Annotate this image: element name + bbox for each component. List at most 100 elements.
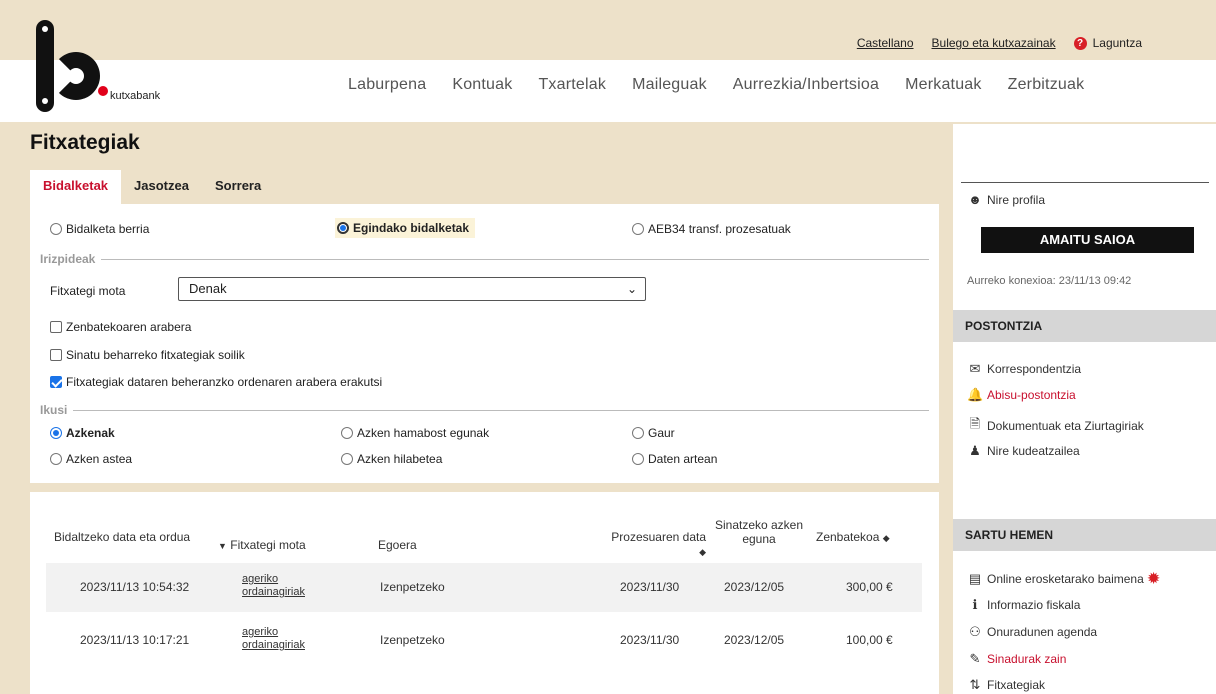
view-option-week[interactable]: Azken astea (50, 452, 132, 466)
view-option-today[interactable]: Gaur (632, 426, 675, 440)
view-option-15days[interactable]: Azken hamabost egunak (341, 426, 489, 440)
radio-selected-icon[interactable] (50, 427, 62, 439)
bell-icon: 🔔 (967, 387, 984, 402)
checkbox-amount[interactable]: Zenbatekoaren arabera (50, 320, 191, 334)
file-type-select[interactable]: Denak ⌄ (178, 277, 646, 301)
send-option-done[interactable]: Egindako bidalketak (335, 218, 476, 238)
enter-item-files[interactable]: ⇅ Fitxategiak (967, 677, 1045, 693)
table-row[interactable]: 2023/11/13 10:17:21 ageriko ordainagiriak… (46, 616, 922, 665)
enter-item-tax-info[interactable]: ℹ Informazio fiskala (967, 597, 1081, 613)
logo-dot (42, 26, 48, 32)
language-link[interactable]: Castellano (857, 36, 914, 50)
mailbox-item-label: Abisu-postontzia (987, 388, 1076, 402)
contacts-icon: ⚇ (969, 624, 981, 639)
mailbox-item-alerts[interactable]: 🔔 Abisu-postontzia (967, 387, 1076, 403)
view-option-label: Gaur (648, 426, 675, 440)
checkbox-label: Sinatu beharreko fitxategiak soilik (66, 348, 245, 362)
tab-jasotzea[interactable]: Jasotzea (121, 170, 202, 204)
divider (101, 258, 929, 260)
nav-item-txartelak[interactable]: Txartelak (538, 76, 606, 94)
last-connection: Aurreko konexioa: 23/11/13 09:42 (967, 275, 1132, 287)
profile-label: Nire profila (987, 192, 1046, 207)
radio-selected-icon[interactable] (337, 222, 349, 234)
radio-icon[interactable] (632, 427, 644, 439)
nav-item-aurrezkia[interactable]: Aurrezkia/Inbertsioa (733, 76, 879, 94)
kutxabank-logo[interactable]: kutxabank (30, 14, 170, 112)
send-option-label: Egindako bidalketak (353, 221, 470, 235)
table-row[interactable]: 2023/11/13 10:54:32 ageriko ordainagiriak… (46, 563, 922, 612)
logo-red-dot (98, 86, 108, 96)
nav-item-zerbitzuak[interactable]: Zerbitzuak (1008, 76, 1085, 94)
radio-icon[interactable] (50, 223, 62, 235)
nav-item-kontuak[interactable]: Kontuak (452, 76, 512, 94)
mailbox-item-documents[interactable]: 🗎 Dokumentuak eta Ziurtagiriak (967, 415, 1144, 437)
radio-icon[interactable] (632, 453, 644, 465)
view-option-month[interactable]: Azken hilabetea (341, 452, 442, 466)
divider (961, 182, 1209, 183)
offices-link[interactable]: Bulego eta kutxazainak (932, 36, 1056, 50)
mailbox-item-manager[interactable]: ♟ Nire kudeatzailea (967, 443, 1080, 459)
col-header-process-date-label: Prozesuaren data (611, 530, 706, 544)
document-icon: 🗎 (969, 416, 981, 431)
tab-bidalketak[interactable]: Bidalketak (30, 170, 122, 204)
enter-item-online-purchases[interactable]: ▤ Online erosketarako baimena ✹ (967, 570, 1160, 587)
col-header-sign-deadline[interactable]: Sinatzeko azken eguna (713, 518, 805, 546)
file-type-line: ageriko (242, 573, 279, 585)
radio-icon[interactable] (50, 453, 62, 465)
checkbox-sign-only[interactable]: Sinatu beharreko fitxategiak soilik (50, 348, 245, 362)
file-type-line: ordainagiriak (242, 586, 305, 598)
view-option-range[interactable]: Daten artean (632, 452, 717, 466)
cell-file-type-link[interactable]: ageriko ordainagiriak (242, 626, 305, 652)
send-option-new[interactable]: Bidalketa berria (50, 222, 149, 236)
enter-item-label: Sinadurak zain (987, 652, 1067, 666)
card-icon: ▤ (968, 570, 982, 586)
cell-file-type-link[interactable]: ageriko ordainagiriak (242, 573, 305, 599)
nav-item-maileguak[interactable]: Maileguak (632, 76, 707, 94)
logout-button[interactable]: AMAITU SAIOA (981, 227, 1194, 253)
checkbox-checked-icon[interactable] (50, 376, 62, 388)
nav-item-merkatuak[interactable]: Merkatuak (905, 76, 982, 94)
checkbox-label: Zenbatekoaren arabera (66, 320, 192, 334)
view-option-label: Azkenak (66, 426, 115, 440)
col-header-status[interactable]: Egoera (378, 538, 417, 552)
col-header-amount[interactable]: Zenbatekoa ◆ (816, 530, 890, 545)
sort-down-icon: ▼ (218, 541, 227, 551)
profile-link[interactable]: ☻ Nire profila (967, 192, 1045, 207)
enter-item-pending-signatures[interactable]: ✎ Sinadurak zain (967, 651, 1067, 667)
file-type-line: ageriko (242, 626, 279, 638)
cell-status: Izenpetzeko (380, 580, 445, 594)
envelope-icon: ✉ (969, 361, 981, 376)
cell-amount: 300,00 € (846, 580, 893, 594)
send-option-label: Bidalketa berria (66, 222, 150, 236)
sort-arrows-icon: ⇅ (969, 677, 981, 692)
cell-status: Izenpetzeko (380, 633, 445, 647)
tab-bar: Bidalketak Jasotzea Sorrera (30, 170, 274, 204)
person-icon: ♟ (969, 443, 981, 458)
radio-icon[interactable] (341, 427, 353, 439)
send-option-aeb34[interactable]: AEB34 transf. prozesatuak (632, 222, 791, 236)
main-nav: Laburpena Kontuak Txartelak Maileguak Au… (348, 76, 1110, 94)
checkbox-date-desc[interactable]: Fitxategiak dataren beheranzko ordenaren… (50, 375, 382, 389)
filter-panel: Bidalketa berria Egindako bidalketak AEB… (30, 204, 939, 483)
cell-process-date: 2023/11/30 (620, 633, 680, 647)
checkbox-icon[interactable] (50, 321, 62, 333)
view-option-latest[interactable]: Azkenak (50, 426, 115, 440)
cell-sign-deadline: 2023/12/05 (724, 633, 785, 647)
col-header-amount-label: Zenbatekoa (816, 530, 880, 544)
col-header-file-type[interactable]: ▼ Fitxategi mota (218, 538, 306, 553)
view-option-label: Azken hilabetea (357, 452, 443, 466)
file-type-label-text: Fitxategi mota (50, 284, 126, 298)
checkbox-icon[interactable] (50, 349, 62, 361)
help-link[interactable]: ? Laguntza (1073, 36, 1142, 50)
col-header-send-date[interactable]: Bidaltzeko data eta ordua (54, 530, 204, 544)
tab-sorrera[interactable]: Sorrera (202, 170, 274, 204)
radio-icon[interactable] (632, 223, 644, 235)
criteria-label: Irizpideak (40, 252, 96, 266)
enter-item-beneficiaries[interactable]: ⚇ Onuradunen agenda (967, 624, 1097, 640)
radio-icon[interactable] (341, 453, 353, 465)
nav-item-laburpena[interactable]: Laburpena (348, 76, 426, 94)
enter-item-label: Onuradunen agenda (987, 625, 1098, 639)
mailbox-item-correspondence[interactable]: ✉ Korrespondentzia (967, 361, 1082, 377)
col-header-process-date[interactable]: Prozesuaren data ◆ (610, 530, 706, 559)
view-option-label: Daten artean (648, 452, 718, 466)
